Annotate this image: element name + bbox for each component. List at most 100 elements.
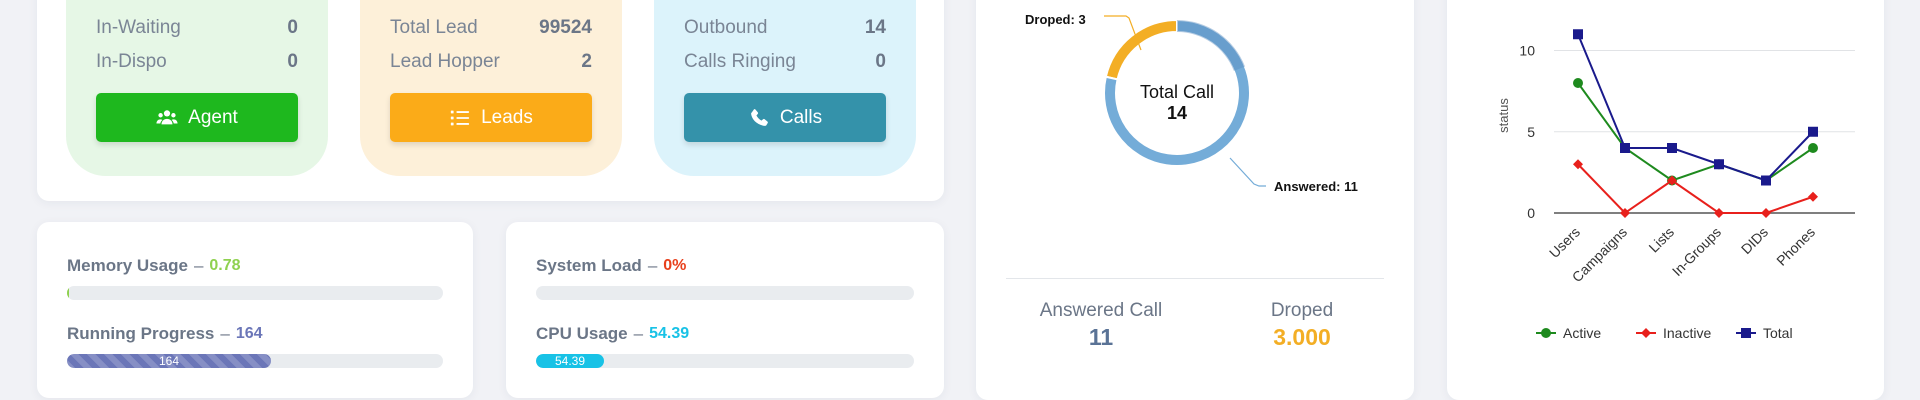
calls-button[interactable]: Calls xyxy=(684,93,886,142)
stat-value: 14 xyxy=(864,17,886,38)
droped-label: Droped xyxy=(1270,300,1334,321)
donut-center-value: 14 xyxy=(1167,103,1187,123)
stat-value: 0 xyxy=(875,51,886,72)
legend-label: Total xyxy=(1763,325,1793,341)
answered-call-value: 11 xyxy=(1088,324,1114,350)
x-tick-label: Lists xyxy=(1645,224,1677,256)
stat-row-calls-ringing: Calls Ringing 0 xyxy=(684,45,886,79)
memory-progress-bar xyxy=(67,286,443,300)
legend-item-inactive[interactable]: Inactive xyxy=(1636,325,1711,341)
x-tick-label: Phones xyxy=(1773,224,1818,269)
separator: – xyxy=(633,324,644,343)
stat-row-in-dispo: In-Dispo 0 xyxy=(96,45,298,79)
running-progress-label: Running Progress xyxy=(67,324,215,343)
stat-row-lead-hopper: Lead Hopper 2 xyxy=(390,45,592,79)
cpu-usage: CPU Usage – 54.39 54.39 xyxy=(536,322,914,390)
cpu-usage-fill: 54.39 xyxy=(536,354,604,368)
y-tick-label: 10 xyxy=(1519,43,1535,59)
stat-row-outbound: Outbound 14 xyxy=(684,11,886,45)
agent-stats-box: In-Waiting 0 In-Dispo 0 Agent xyxy=(66,0,328,176)
droped-stat: Droped 3.000 xyxy=(1222,300,1382,351)
data-point xyxy=(1541,328,1551,338)
stat-value: 2 xyxy=(581,51,592,72)
leads-button-label: Leads xyxy=(481,106,533,128)
memory-usage: Memory Usage – 0.78 xyxy=(67,254,443,322)
system-load: System Load – 0% xyxy=(536,254,914,322)
system-load-bar xyxy=(536,286,914,300)
donut-label-answered: Answered: 11 xyxy=(1274,179,1358,194)
call-stats-box: Outbound 14 Calls Ringing 0 Calls xyxy=(654,0,916,176)
cpu-usage-value: 54.39 xyxy=(649,325,690,342)
data-point xyxy=(1761,175,1771,186)
data-point xyxy=(1808,143,1818,153)
stat-value: 99524 xyxy=(539,17,592,38)
divider xyxy=(1006,278,1384,279)
memory-usage-label-row: Memory Usage – 0.78 xyxy=(67,254,443,278)
y-tick-label: 0 xyxy=(1527,205,1535,221)
stat-row-in-waiting: In-Waiting 0 xyxy=(96,11,298,45)
data-point xyxy=(1573,78,1583,88)
legend-label: Inactive xyxy=(1663,325,1711,341)
system-load-label-row: System Load – 0% xyxy=(536,254,914,278)
legend-item-total[interactable]: Total xyxy=(1736,325,1793,341)
series-line xyxy=(1577,33,1814,182)
droped-value: 3.000 xyxy=(1273,324,1331,350)
separator: – xyxy=(220,324,230,343)
system-usage-card: System Load – 0% CPU Usage – 54.39 54.39 xyxy=(506,222,944,398)
data-point xyxy=(1641,328,1651,338)
stat-label: Total Lead xyxy=(390,17,478,38)
agent-button[interactable]: Agent xyxy=(96,93,298,142)
data-point xyxy=(1808,126,1818,137)
running-progress-fill: 164 xyxy=(67,354,271,368)
lead-stats-box: Total Lead 99524 Lead Hopper 2 Leads xyxy=(360,0,622,176)
total-call-card: Total Call 14 Droped: 3 Answered: 11 Ans… xyxy=(976,0,1414,400)
memory-usage-card: Memory Usage – 0.78 Running Progress – 1… xyxy=(37,222,473,398)
memory-usage-value: 0.78 xyxy=(209,257,241,274)
memory-usage-label: Memory Usage xyxy=(67,256,188,275)
data-point xyxy=(1808,191,1818,202)
stat-row-total-lead: Total Lead 99524 xyxy=(390,11,592,45)
x-tick-label: DIDs xyxy=(1738,224,1771,257)
legend-item-active[interactable]: Active xyxy=(1536,325,1601,341)
calls-button-label: Calls xyxy=(779,106,823,128)
y-tick-label: 5 xyxy=(1527,124,1535,140)
stat-label: In-Waiting xyxy=(96,17,181,38)
series-inactive xyxy=(1573,159,1818,218)
stat-label: Outbound xyxy=(684,17,768,38)
leads-button[interactable]: Leads xyxy=(390,93,592,142)
separator: – xyxy=(647,256,658,275)
cpu-usage-label: CPU Usage xyxy=(536,324,628,343)
data-point xyxy=(1573,29,1583,40)
legend-label: Active xyxy=(1563,325,1601,341)
memory-progress-fill xyxy=(67,286,69,300)
stat-value: 0 xyxy=(287,51,298,72)
list-icon xyxy=(450,110,470,125)
phone-icon xyxy=(750,108,768,126)
stat-label: In-Dispo xyxy=(96,51,167,72)
separator: – xyxy=(193,256,204,275)
data-point xyxy=(1667,143,1677,153)
answered-leader-line xyxy=(1229,157,1266,187)
running-progress-bar: 164 xyxy=(67,354,443,368)
stats-card: In-Waiting 0 In-Dispo 0 Agent Total Lead… xyxy=(37,0,944,201)
stat-value: 0 xyxy=(287,17,298,38)
system-load-label: System Load xyxy=(536,256,642,275)
total-call-donut-chart: Total Call 14 Droped: 3 Answered: 11 xyxy=(1025,12,1358,194)
status-line-chart: 0510statusUsersCampaigns ListsIn-Groups DI… xyxy=(1496,29,1855,341)
y-axis-label: status xyxy=(1496,98,1511,133)
data-point xyxy=(1714,159,1724,170)
agent-button-label: Agent xyxy=(188,106,238,128)
status-line-chart-card: 0 5 10 status Users Campaigns Lists In-Groups DI… xyxy=(1447,0,1884,400)
series-total xyxy=(1573,29,1818,186)
users-icon xyxy=(156,109,178,124)
answered-call-stat: Answered Call 11 xyxy=(1006,300,1196,351)
donut-label-droped: Droped: 3 xyxy=(1025,12,1086,27)
stat-label: Calls Ringing xyxy=(684,51,796,72)
donut-center-title: Total Call xyxy=(1140,82,1214,102)
data-point xyxy=(1741,328,1751,338)
cpu-usage-bar: 54.39 xyxy=(536,354,914,368)
data-point xyxy=(1620,143,1630,153)
answered-call-label: Answered Call xyxy=(1039,300,1163,321)
x-tick-label: In-Groups xyxy=(1669,224,1724,279)
data-point xyxy=(1761,208,1771,218)
